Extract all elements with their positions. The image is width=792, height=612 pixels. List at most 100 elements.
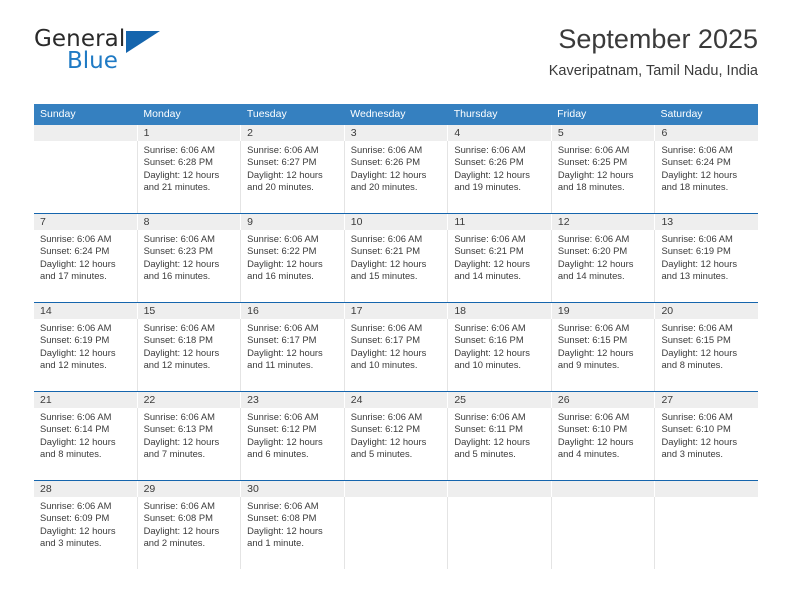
logo-text-blue: Blue bbox=[67, 48, 118, 74]
day-cell-11[interactable]: Sunrise: 6:06 AM Sunset: 6:21 PM Daylight:… bbox=[447, 230, 551, 302]
day-cell-empty bbox=[343, 497, 448, 569]
day-cell-2[interactable]: Sunrise: 6:06 AM Sunset: 6:27 PM Daylight:… bbox=[240, 141, 344, 213]
day-cell-20[interactable]: Sunrise: 6:06 AM Sunset: 6:15 PM Daylight:… bbox=[654, 319, 758, 391]
day-number-11[interactable]: 11 bbox=[447, 214, 551, 230]
day-number-9[interactable]: 9 bbox=[240, 214, 344, 230]
day-number-21[interactable]: 21 bbox=[34, 392, 137, 408]
day-cell-3[interactable]: Sunrise: 6:06 AM Sunset: 6:26 PM Daylight:… bbox=[343, 141, 448, 213]
day-detail-line: Daylight: 12 hours bbox=[350, 168, 427, 180]
day-detail-line: Sunset: 6:24 PM bbox=[40, 245, 110, 257]
day-detail-line: Sunrise: 6:06 AM bbox=[143, 322, 215, 333]
day-detail-line: Sunrise: 6:06 AM bbox=[247, 144, 319, 155]
day-cell-19[interactable]: Sunrise: 6:06 AM Sunset: 6:15 PM Daylight:… bbox=[550, 319, 655, 391]
day-number-band: 14 15 16 17 18 19 20 bbox=[34, 303, 758, 319]
day-number-15[interactable]: 15 bbox=[136, 303, 241, 319]
day-number-30[interactable]: 30 bbox=[240, 481, 344, 497]
day-detail-line: Sunset: 6:21 PM bbox=[350, 245, 421, 257]
day-number-6[interactable]: 6 bbox=[654, 125, 758, 141]
day-number-22[interactable]: 22 bbox=[136, 392, 241, 408]
day-number-24[interactable]: 24 bbox=[343, 392, 448, 408]
day-number-12[interactable]: 12 bbox=[550, 214, 655, 230]
day-cell-9[interactable]: Sunrise: 6:06 AM Sunset: 6:22 PM Daylight:… bbox=[240, 230, 344, 302]
day-number-band: 123456 bbox=[34, 125, 758, 141]
day-cell-18[interactable]: Sunrise: 6:06 AM Sunset: 6:16 PM Daylight:… bbox=[447, 319, 551, 391]
day-number-19[interactable]: 19 bbox=[550, 303, 655, 319]
day-number-27[interactable]: 27 bbox=[654, 392, 758, 408]
day-cell-23[interactable]: Sunrise: 6:06 AM Sunset: 6:12 PM Daylight:… bbox=[240, 408, 344, 480]
day-number-2[interactable]: 2 bbox=[240, 125, 344, 141]
day-detail-line: and 4 minutes. bbox=[557, 448, 620, 460]
day-number-18[interactable]: 18 bbox=[447, 303, 551, 319]
day-cell-8[interactable]: Sunrise: 6:06 AM Sunset: 6:23 PM Daylight:… bbox=[136, 230, 241, 302]
day-number-5[interactable]: 5 bbox=[550, 125, 655, 141]
day-cell-26[interactable]: Sunrise: 6:06 AM Sunset: 6:10 PM Daylight:… bbox=[550, 408, 655, 480]
day-cell-21[interactable]: Sunrise: 6:06 AM Sunset: 6:14 PM Daylight:… bbox=[34, 408, 137, 480]
day-cell-14[interactable]: Sunrise: 6:06 AM Sunset: 6:19 PM Daylight:… bbox=[34, 319, 137, 391]
day-detail-line: Daylight: 12 hours bbox=[350, 257, 427, 269]
day-number-10[interactable]: 10 bbox=[343, 214, 448, 230]
day-number-empty bbox=[654, 481, 758, 497]
day-number-29[interactable]: 29 bbox=[136, 481, 241, 497]
day-detail-band: Sunrise: 6:06 AM Sunset: 6:24 PM Daylight:… bbox=[34, 230, 758, 302]
day-cell-1[interactable]: Sunrise: 6:06 AM Sunset: 6:28 PM Daylight:… bbox=[136, 141, 241, 213]
day-cell-4[interactable]: Sunrise: 6:06 AM Sunset: 6:26 PM Daylight:… bbox=[447, 141, 551, 213]
day-number-26[interactable]: 26 bbox=[550, 392, 655, 408]
day-cell-12[interactable]: Sunrise: 6:06 AM Sunset: 6:20 PM Daylight:… bbox=[550, 230, 655, 302]
day-cell-6[interactable]: Sunrise: 6:06 AM Sunset: 6:24 PM Daylight:… bbox=[654, 141, 758, 213]
day-cell-13[interactable]: Sunrise: 6:06 AM Sunset: 6:19 PM Daylight:… bbox=[654, 230, 758, 302]
day-detail-line: and 19 minutes. bbox=[454, 181, 522, 193]
day-number-14[interactable]: 14 bbox=[34, 303, 137, 319]
day-detail-line: Sunset: 6:08 PM bbox=[143, 512, 213, 524]
day-detail-line: Sunset: 6:13 PM bbox=[143, 423, 213, 435]
day-cell-29[interactable]: Sunrise: 6:06 AM Sunset: 6:08 PM Daylight:… bbox=[136, 497, 241, 569]
day-detail-line: Daylight: 12 hours bbox=[40, 524, 116, 536]
day-detail-line: Daylight: 12 hours bbox=[557, 346, 634, 358]
weekday-header-row: Sunday Monday Tuesday Wednesday Thursday Frid… bbox=[34, 104, 758, 125]
day-detail-band: Sunrise: 6:06 AM Sunset: 6:19 PM Daylight:… bbox=[34, 319, 758, 391]
day-number-20[interactable]: 20 bbox=[654, 303, 758, 319]
day-cell-22[interactable]: Sunrise: 6:06 AM Sunset: 6:13 PM Daylight:… bbox=[136, 408, 241, 480]
day-number-4[interactable]: 4 bbox=[447, 125, 551, 141]
day-detail-line: and 2 minutes. bbox=[143, 537, 206, 549]
day-detail-line: Sunset: 6:11 PM bbox=[454, 423, 523, 435]
calendar-weeks: 1 2 3 4 5 6 Sunrise: 6:06 AM Sunset: 6:28 PM Day… bbox=[34, 125, 758, 569]
day-number-25[interactable]: 25 bbox=[447, 392, 551, 408]
day-cell-empty bbox=[654, 497, 758, 569]
day-detail-line: and 18 minutes. bbox=[557, 181, 625, 193]
day-number-band: 7 8 9 10 11 12 13 bbox=[34, 214, 758, 230]
day-detail-line: Sunset: 6:17 PM bbox=[350, 334, 421, 346]
day-number-23[interactable]: 23 bbox=[240, 392, 344, 408]
day-number-28[interactable]: 28 bbox=[34, 481, 137, 497]
day-number-8[interactable]: 8 bbox=[136, 214, 241, 230]
day-detail-line: and 14 minutes. bbox=[454, 270, 522, 282]
day-detail-line: Sunset: 6:10 PM bbox=[661, 423, 731, 435]
day-number-7[interactable]: 7 bbox=[34, 214, 137, 230]
day-detail-line: and 6 minutes. bbox=[247, 448, 309, 460]
day-detail-line: Daylight: 12 hours bbox=[557, 168, 634, 180]
day-detail-line: Sunrise: 6:06 AM bbox=[557, 144, 630, 155]
day-cell-25[interactable]: Sunrise: 6:06 AM Sunset: 6:11 PM Daylight:… bbox=[447, 408, 551, 480]
day-number-13[interactable]: 13 bbox=[654, 214, 758, 230]
day-detail-line: and 3 minutes. bbox=[40, 537, 102, 549]
day-detail-line: Sunrise: 6:06 AM bbox=[143, 233, 215, 244]
day-cell-24[interactable]: Sunrise: 6:06 AM Sunset: 6:12 PM Daylight:… bbox=[343, 408, 448, 480]
day-detail-line: Sunset: 6:23 PM bbox=[143, 245, 213, 257]
day-cell-17[interactable]: Sunrise: 6:06 AM Sunset: 6:17 PM Daylight:… bbox=[343, 319, 448, 391]
day-cell-16[interactable]: Sunrise: 6:06 AM Sunset: 6:17 PM Daylight:… bbox=[240, 319, 344, 391]
weekday-header-thursday: Thursday bbox=[453, 108, 498, 120]
page-title: September 2025 bbox=[558, 24, 758, 54]
day-number-17[interactable]: 17 bbox=[343, 303, 448, 319]
day-cell-7[interactable]: Sunrise: 6:06 AM Sunset: 6:24 PM Daylight:… bbox=[34, 230, 137, 302]
day-detail-line: Sunrise: 6:06 AM bbox=[247, 500, 319, 511]
day-cell-15[interactable]: Sunrise: 6:06 AM Sunset: 6:18 PM Daylight:… bbox=[136, 319, 241, 391]
day-number-16[interactable]: 16 bbox=[240, 303, 344, 319]
day-cell-28[interactable]: Sunrise: 6:06 AM Sunset: 6:09 PM Daylight:… bbox=[34, 497, 137, 569]
day-cell-30[interactable]: Sunrise: 6:06 AM Sunset: 6:08 PM Daylight:… bbox=[240, 497, 344, 569]
day-number-1[interactable]: 1 bbox=[136, 125, 241, 141]
calendar-week-row: 14 15 16 17 18 19 20 Sunrise: 6:06 AM Sunset: 6:… bbox=[34, 302, 758, 391]
day-detail-line: Daylight: 12 hours bbox=[143, 435, 220, 447]
day-cell-10[interactable]: Sunrise: 6:06 AM Sunset: 6:21 PM Daylight:… bbox=[343, 230, 448, 302]
day-number-3[interactable]: 3 bbox=[343, 125, 448, 141]
day-cell-27[interactable]: Sunrise: 6:06 AM Sunset: 6:10 PM Daylight:… bbox=[654, 408, 758, 480]
day-cell-5[interactable]: Sunrise: 6:06 AM Sunset: 6:25 PM Daylight:… bbox=[550, 141, 655, 213]
